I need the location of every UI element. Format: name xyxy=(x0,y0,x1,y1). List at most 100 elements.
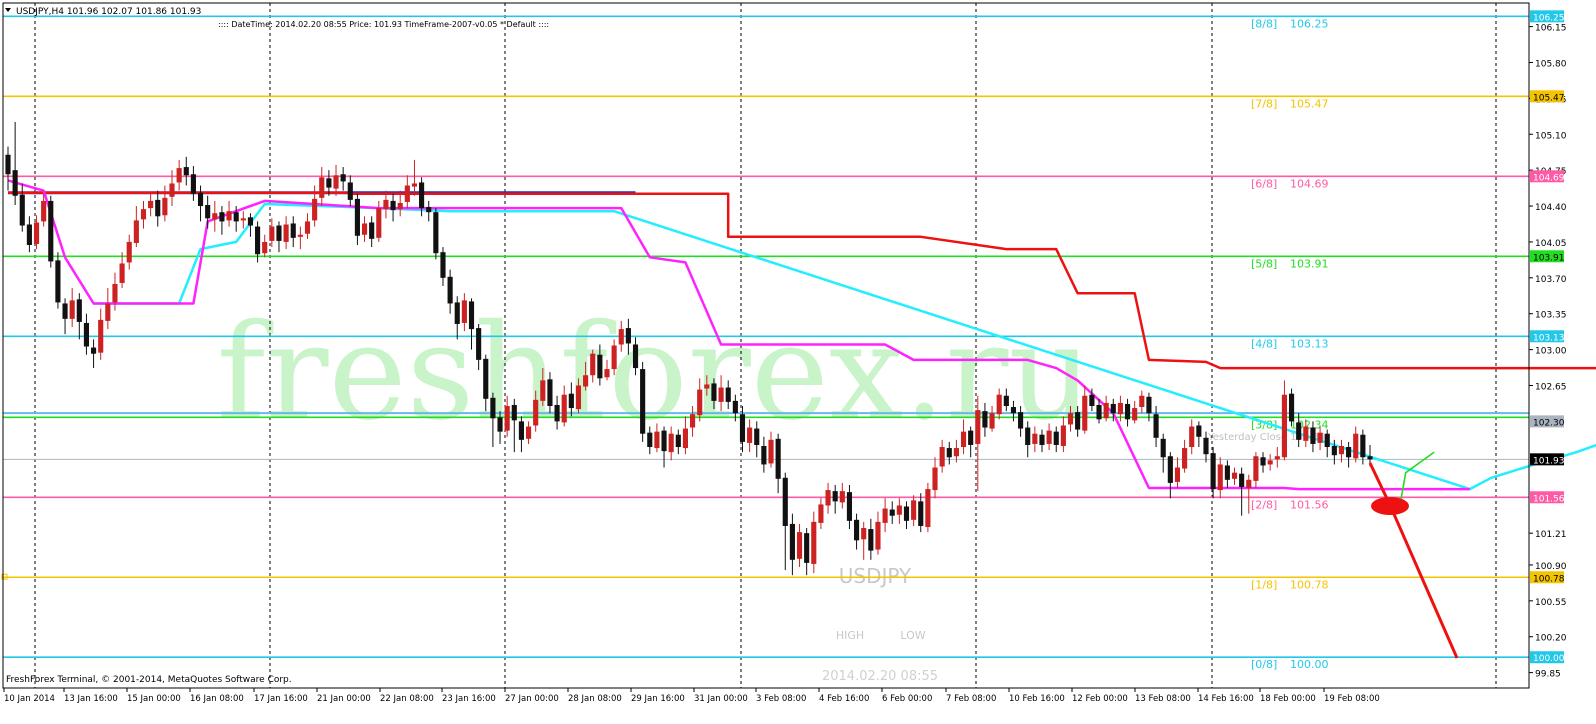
dropdown-triangle-icon[interactable] xyxy=(5,8,11,12)
candle-body xyxy=(304,221,311,234)
candle-body xyxy=(1196,425,1202,437)
candle-body xyxy=(1231,472,1238,479)
x-tick-label: 12 Feb 00:00 xyxy=(1072,694,1128,704)
candle-body xyxy=(497,417,503,432)
candle-body xyxy=(882,508,888,523)
candle-body xyxy=(796,532,803,559)
level-value: 100.00 xyxy=(1290,658,1329,671)
candle-body xyxy=(133,220,139,243)
candle-body xyxy=(55,260,61,303)
candle-body xyxy=(1025,427,1031,445)
candle-body xyxy=(996,394,1002,415)
candle-body xyxy=(98,319,104,353)
price-box-label: 103.91 xyxy=(1533,253,1565,263)
candle-body xyxy=(1296,422,1302,440)
y-tick-label: 105.80 xyxy=(1535,59,1567,69)
x-tick-label: 13 Feb 08:00 xyxy=(1135,694,1191,704)
candle-body xyxy=(1003,395,1009,407)
candle-body xyxy=(1167,456,1173,483)
candle-body xyxy=(632,344,639,369)
candle-body xyxy=(939,447,945,467)
watermark-high: HIGH xyxy=(836,629,864,642)
y-tick-label: 103.35 xyxy=(1535,311,1567,321)
candle-body xyxy=(1139,395,1145,408)
candle-body xyxy=(889,509,895,516)
x-tick-label: 15 Jan 00:00 xyxy=(127,694,181,704)
candle-body xyxy=(419,182,425,209)
candle-body xyxy=(982,411,988,428)
candle-body xyxy=(1124,403,1131,420)
candle-body xyxy=(618,329,624,345)
candle-body xyxy=(540,380,546,401)
candle-body xyxy=(433,212,439,254)
price-box-label: 106.25 xyxy=(1533,13,1565,23)
x-tick-label: 19 Feb 08:00 xyxy=(1324,694,1380,704)
candle-body xyxy=(240,218,246,221)
x-tick-label: 6 Feb 00:00 xyxy=(882,694,932,704)
y-tick-label: 102.65 xyxy=(1535,382,1567,392)
candle-body xyxy=(411,183,418,187)
candle-body xyxy=(461,300,467,323)
candle-body xyxy=(554,404,560,422)
candle-body xyxy=(675,434,681,448)
chart-window: freshforex.ru USDJPY HIGH LOW 2014.02.20… xyxy=(0,0,1596,720)
candle-body xyxy=(789,523,795,560)
candle-body xyxy=(839,491,845,503)
copyright: FreshForex Terminal, © 2001-2014, MetaQu… xyxy=(6,675,292,685)
x-tick-label: 31 Jan 00:00 xyxy=(694,694,748,704)
price-box-label: 103.13 xyxy=(1533,333,1565,343)
candle-body xyxy=(739,414,746,442)
time-axis: 10 Jan 2014 13 Jan 16:00 15 Jan 00:00 16 Ja… xyxy=(3,688,1380,704)
candle-body xyxy=(1067,413,1074,425)
candle-body xyxy=(525,426,532,439)
candle-body xyxy=(390,200,396,211)
candle-body xyxy=(76,299,82,322)
y-tick-label: 99.85 xyxy=(1535,670,1561,680)
candle-body xyxy=(775,438,781,479)
forecast-target-ellipse xyxy=(1371,497,1409,515)
candle-body xyxy=(625,328,631,344)
candle-body xyxy=(504,406,510,431)
level-value: 103.91 xyxy=(1290,257,1329,270)
y-tick-label: 100.55 xyxy=(1535,598,1567,608)
y-tick-label: 105.10 xyxy=(1535,131,1567,141)
candle-body xyxy=(1360,434,1366,458)
candle-body xyxy=(176,168,182,183)
watermark-datetime: 2014.02.20 08:55 xyxy=(822,669,938,684)
candle-body xyxy=(383,199,389,210)
candle-body xyxy=(1060,425,1066,446)
candle-body xyxy=(711,383,717,401)
level-value: 101.56 xyxy=(1290,498,1329,511)
level-value: 104.69 xyxy=(1290,177,1329,190)
candle-body xyxy=(590,353,596,376)
candle-body xyxy=(668,433,674,453)
watermark-symbol: USDJPY xyxy=(839,564,912,588)
x-tick-label: 14 Feb 16:00 xyxy=(1198,694,1254,704)
candle-body xyxy=(1096,404,1102,420)
candle-body xyxy=(105,303,111,321)
candle-body xyxy=(854,519,860,541)
candle-body xyxy=(369,222,375,239)
level-label: [0/8] xyxy=(1251,658,1277,671)
candle-body xyxy=(747,427,753,443)
candle-body xyxy=(1153,414,1159,438)
level-value: 102.34 xyxy=(1290,418,1329,431)
symbol-line: USDJPY,H4 101.96 102.07 101.86 101.93 xyxy=(16,7,201,17)
candle-body xyxy=(1210,453,1216,490)
candle-body xyxy=(33,222,40,244)
candle-body xyxy=(953,448,959,457)
candle-body xyxy=(91,347,97,354)
candle-body xyxy=(119,263,125,283)
x-tick-label: 23 Jan 16:00 xyxy=(442,694,496,704)
candle-body xyxy=(989,413,995,429)
candle-body xyxy=(1353,433,1359,459)
candle-body xyxy=(454,302,460,324)
candle-body xyxy=(568,393,574,409)
y-tick-label: 100.90 xyxy=(1535,562,1567,572)
candle-body xyxy=(1082,395,1088,431)
candle-body xyxy=(319,177,325,198)
level-value: 105.47 xyxy=(1290,97,1329,110)
level-label: [8/8] xyxy=(1251,17,1277,30)
candle-body xyxy=(761,445,767,465)
candle-body xyxy=(861,528,867,540)
